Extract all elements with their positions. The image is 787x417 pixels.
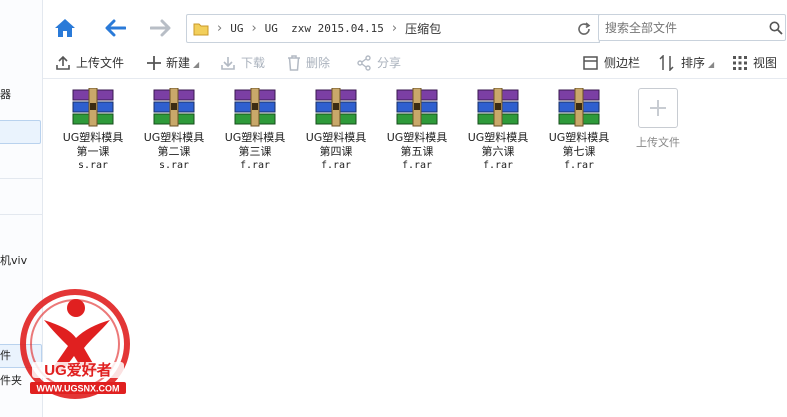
download-button[interactable]: 下载 [220,54,265,71]
sort-icon [659,54,674,71]
breadcrumb-separator: › [391,21,398,36]
rar-archive-icon [72,88,114,127]
file-name-line: f.rar [482,160,514,171]
rar-archive-icon [315,88,357,127]
sidebar-item-label[interactable]: 机viv [0,252,27,268]
file-name-line: 第二课 [157,145,191,158]
sidebar-divider [0,178,42,179]
sidebar-item-label[interactable]: 器 [0,86,11,102]
sort-label: 排序 [681,56,706,70]
file-name-line: UG塑料模具 [224,131,286,144]
view-button[interactable]: 视图 [733,54,777,71]
toolbar: 上传文件 新建 ◢ 下载 删除 分享 侧边栏 排序 ◢ 视图 [43,46,787,79]
download-icon [221,56,235,70]
file-name-line: UG塑料模具 [467,131,529,144]
file-name-line: 第六课 [481,145,515,158]
download-label: 下载 [241,56,266,70]
upload-file-tile[interactable]: 上传文件 [623,88,693,150]
back-button[interactable] [101,14,129,42]
search-input[interactable] [598,14,786,41]
sidebar-divider [0,214,42,215]
sidebar-item-label[interactable]: 件 [0,347,11,363]
upload-icon [56,55,70,70]
breadcrumb-item[interactable]: UG zxw 2015.04.15 [265,22,384,35]
refresh-button[interactable] [569,14,600,43]
sidebar-item-selected[interactable] [0,120,41,144]
file-name-line: f.rar [320,160,352,171]
file-item[interactable]: UG塑料模具 第一课 s.rar [53,88,133,173]
forward-button[interactable] [147,14,175,42]
upload-plus-box[interactable] [638,88,678,128]
grid-view-icon [733,55,747,70]
file-name-line: UG塑料模具 [143,131,205,144]
sidebar-toggle-button[interactable]: 侧边栏 [583,54,640,71]
plus-icon [650,100,666,116]
rar-archive-icon [396,88,438,127]
file-name-line: UG塑料模具 [386,131,448,144]
upload-tile-label: 上传文件 [636,136,680,149]
trash-icon [288,54,300,71]
plus-icon [147,55,161,70]
file-item[interactable]: UG塑料模具 第五课 f.rar [377,88,457,173]
nav-bar: › UG › UG zxw 2015.04.15 › 压缩包 [43,0,787,46]
dropdown-arrow-icon: ◢ [708,60,715,69]
file-item[interactable]: UG塑料模具 第六课 f.rar [458,88,538,173]
file-name-line: UG塑料模具 [62,131,124,144]
file-name-line: 第一课 [76,145,110,158]
view-label: 视图 [753,56,778,70]
watermark-url: WWW.UGSNX.COM [37,384,120,394]
share-label: 分享 [377,56,402,70]
dropdown-arrow-icon: ◢ [193,60,200,69]
file-item[interactable]: UG塑料模具 第四课 f.rar [296,88,376,173]
file-name-line: 第四课 [319,145,353,158]
file-name-line: UG塑料模具 [305,131,367,144]
breadcrumb-current[interactable]: 压缩包 [405,20,441,37]
upload-label: 上传文件 [76,56,125,70]
home-button[interactable] [51,14,79,42]
refresh-icon [578,21,591,35]
file-name-line: s.rar [158,160,190,171]
ugsnx-watermark-logo: UG爱好者 WWW.UGSNX.COM [20,289,130,399]
breadcrumb-item[interactable]: UG [230,22,243,35]
sidebar-toggle-label: 侧边栏 [604,56,641,70]
address-bar[interactable]: › UG › UG zxw 2015.04.15 › 压缩包 [186,14,600,43]
file-name-line: s.rar [77,160,109,171]
file-name-line: 第七课 [562,145,596,158]
breadcrumb-separator: › [217,21,223,36]
folder-icon [193,23,209,35]
file-item[interactable]: UG塑料模具 第七课 f.rar [539,88,619,173]
rar-archive-icon [477,88,519,127]
sort-button[interactable]: 排序 ◢ [659,54,714,71]
file-name-line: UG塑料模具 [548,131,610,144]
file-item[interactable]: UG塑料模具 第二课 s.rar [134,88,214,173]
file-name-line: f.rar [401,160,433,171]
forward-arrow-icon [150,19,171,37]
file-name-line: f.rar [239,160,271,171]
new-label: 新建 [166,56,191,70]
rar-archive-icon [153,88,195,127]
new-button[interactable]: 新建 ◢ [147,54,199,71]
home-icon [55,19,75,37]
file-name-line: 第五课 [400,145,434,158]
delete-label: 删除 [306,56,331,70]
watermark-brand: UG爱好者 [44,361,112,379]
share-button[interactable]: 分享 [356,54,401,71]
share-icon [357,54,371,71]
file-name-line: f.rar [563,160,595,171]
rar-archive-icon [558,88,600,127]
sidebar-panel-icon [583,55,598,70]
search-icon[interactable] [769,21,783,35]
delete-button[interactable]: 删除 [287,54,330,71]
file-item[interactable]: UG塑料模具 第三课 f.rar [215,88,295,173]
rar-archive-icon [234,88,276,127]
file-name-line: 第三课 [238,145,272,158]
breadcrumb-separator: › [251,21,257,36]
back-arrow-icon [105,19,126,37]
upload-button[interactable]: 上传文件 [55,54,124,71]
